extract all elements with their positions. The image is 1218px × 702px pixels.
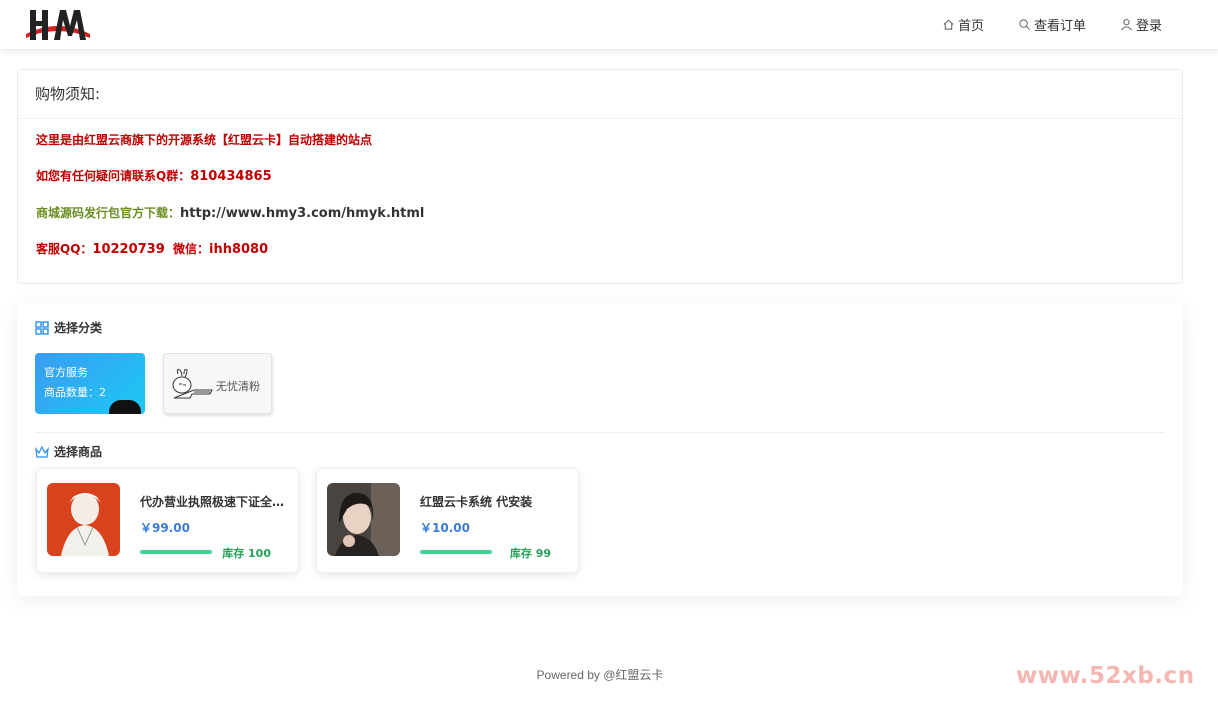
notice-line-download: 商城源码发行包官方下载：http://www.hmy3.com/hmyk.htm… <box>36 204 424 221</box>
goods-section-title: 选择商品 <box>35 443 102 460</box>
download-label: 商城源码发行包官方下载： <box>36 206 181 220</box>
category-name: 官方服务 <box>44 366 88 379</box>
wechat-id: ihh8080 <box>208 242 269 257</box>
qq-number: 10220739 <box>92 242 165 257</box>
notice-line-intro: 这里是由红盟云商旗下的开源系统【红盟云卡】自动搭建的站点 <box>36 133 373 147</box>
nav-orders[interactable]: 查看订单 <box>1018 15 1086 34</box>
notice-title: 购物须知: <box>18 70 1182 119</box>
download-url[interactable]: http://www.hmy3.com/hmyk.html <box>180 206 424 221</box>
home-icon <box>943 19 954 30</box>
goods-item[interactable]: 红盟云卡系统 代安装 ￥10.00 库存 99 <box>316 468 579 573</box>
wechat-label: 微信： <box>172 242 209 256</box>
goods-title-text: 选择商品 <box>54 445 103 459</box>
qgroup-number: 810434865 <box>190 169 272 184</box>
site-watermark: www.52xb.cn <box>1016 663 1195 689</box>
goods-name: 代办营业执照极速下证全… <box>140 495 285 509</box>
category-official-service[interactable]: 官方服务 商品数量：2 <box>35 353 145 414</box>
notice-line-qgroup: 如您有任何疑问请联系Q群：810434865 <box>36 167 272 184</box>
category-badge-icon <box>109 400 141 414</box>
category-grid-icon <box>35 320 49 335</box>
goods-name: 红盟云卡系统 代安装 <box>420 495 533 509</box>
nav-home-label: 首页 <box>957 18 984 34</box>
nav-login[interactable]: 登录 <box>1120 15 1162 34</box>
section-divider <box>35 432 1165 433</box>
goods-thumbnail <box>47 483 120 556</box>
category-count: 商品数量：2 <box>44 386 106 399</box>
shop-card: 选择分类 官方服务 商品数量：2 无忧清粉 选择商品 代办营业执照极速下证全… … <box>17 303 1183 596</box>
shopping-notice-card: 购物须知: 这里是由红盟云商旗下的开源系统【红盟云卡】自动搭建的站点 如您有任何… <box>17 69 1183 284</box>
top-navbar: 首页 查看订单 登录 <box>0 0 1218 50</box>
nav-login-label: 登录 <box>1135 18 1162 34</box>
rabbit-icon <box>172 369 213 399</box>
category-fan-clean[interactable]: 无忧清粉 <box>163 353 272 414</box>
goods-item[interactable]: 代办营业执照极速下证全… ￥99.00 库存 100 <box>36 468 299 573</box>
logo-graphic <box>26 10 90 40</box>
nav-orders-label: 查看订单 <box>1033 18 1086 34</box>
site-logo[interactable] <box>24 4 92 44</box>
stock-bar <box>140 550 212 554</box>
category-title-text: 选择分类 <box>54 321 103 335</box>
qq-label: 客服QQ： <box>36 242 93 256</box>
goods-stock: 库存 100 <box>222 547 271 560</box>
goods-thumbnail <box>327 483 400 556</box>
goods-stock: 库存 99 <box>509 547 551 560</box>
category-name: 无忧清粉 <box>216 380 260 393</box>
notice-line-contact: 客服QQ：10220739 微信：ihh8080 <box>36 240 268 257</box>
search-icon <box>1019 18 1030 30</box>
qgroup-label: 如您有任何疑问请联系Q群： <box>36 169 191 183</box>
crown-icon <box>35 445 49 458</box>
stock-bar <box>420 550 492 554</box>
main-nav: 首页 查看订单 登录 <box>942 0 1162 48</box>
category-section-title: 选择分类 <box>35 319 102 336</box>
goods-price: ￥10.00 <box>420 521 470 535</box>
nav-home[interactable]: 首页 <box>942 15 984 34</box>
goods-price: ￥99.00 <box>140 521 190 535</box>
user-icon <box>1121 18 1132 30</box>
